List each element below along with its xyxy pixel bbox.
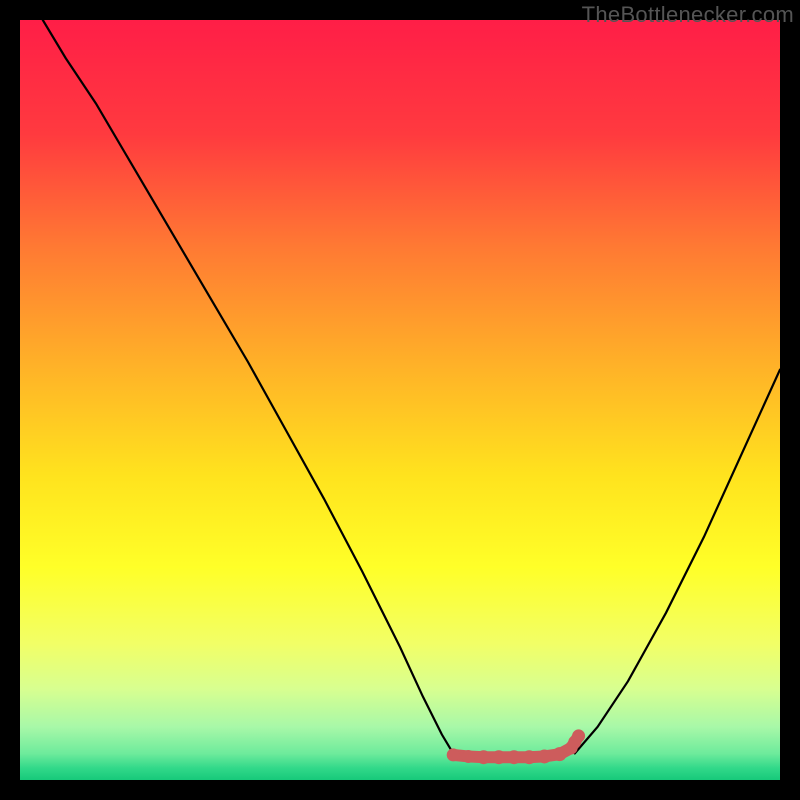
valley-dot bbox=[462, 750, 475, 763]
valley-dot bbox=[537, 749, 551, 763]
valley-dot bbox=[477, 750, 491, 764]
valley-dot bbox=[507, 750, 521, 764]
watermark-text: TheBottlenecker.com bbox=[582, 2, 794, 28]
valley-dot bbox=[447, 748, 460, 761]
valley-dot bbox=[492, 750, 506, 764]
valley-dot bbox=[572, 729, 585, 742]
valley-dot bbox=[522, 750, 536, 764]
gradient-background bbox=[20, 20, 780, 780]
valley-dot bbox=[553, 747, 567, 761]
chart-frame bbox=[20, 20, 780, 780]
chart-svg bbox=[20, 20, 780, 780]
